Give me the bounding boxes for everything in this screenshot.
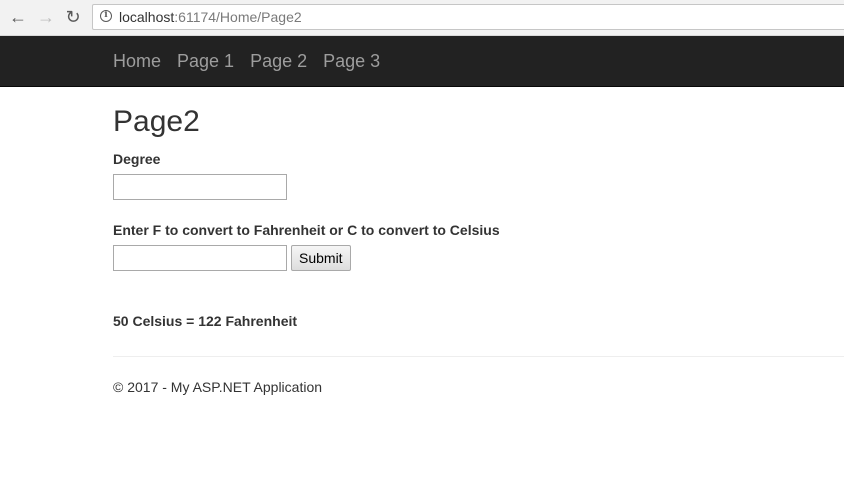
url-host: localhost — [119, 9, 175, 25]
nav-link-home[interactable]: Home — [113, 51, 161, 72]
forward-arrow-icon[interactable]: → — [36, 7, 56, 27]
footer-text: © 2017 - My ASP.NET Application — [113, 379, 323, 395]
url-text[interactable]: localhost:61174/Home/Page2 — [119, 9, 302, 25]
nav-links: Home Page 1 Page 2 Page 3 — [113, 36, 396, 86]
info-icon[interactable]: i — [100, 10, 112, 22]
submit-button[interactable]: Submit — [291, 245, 351, 271]
browser-toolbar: ← → ↻ i localhost:61174/Home/Page2 — [0, 0, 844, 36]
back-arrow-icon[interactable]: ← — [8, 7, 28, 27]
page-title: Page2 — [113, 105, 200, 138]
nav-link-page-2[interactable]: Page 2 — [250, 51, 307, 72]
site-navbar: Home Page 1 Page 2 Page 3 — [0, 36, 844, 87]
reload-icon[interactable]: ↻ — [63, 7, 83, 27]
degree-label: Degree — [113, 151, 161, 167]
address-bar[interactable]: i localhost:61174/Home/Page2 — [92, 4, 844, 30]
unit-input[interactable] — [113, 245, 287, 271]
nav-link-page-1[interactable]: Page 1 — [177, 51, 234, 72]
conversion-result: 50 Celsius = 122 Fahrenheit — [113, 313, 298, 329]
nav-link-page-3[interactable]: Page 3 — [323, 51, 380, 72]
degree-input[interactable] — [113, 174, 287, 200]
footer-divider — [113, 356, 844, 357]
url-path: :61174/Home/Page2 — [174, 9, 302, 25]
unit-label: Enter F to convert to Fahrenheit or C to… — [113, 222, 500, 238]
